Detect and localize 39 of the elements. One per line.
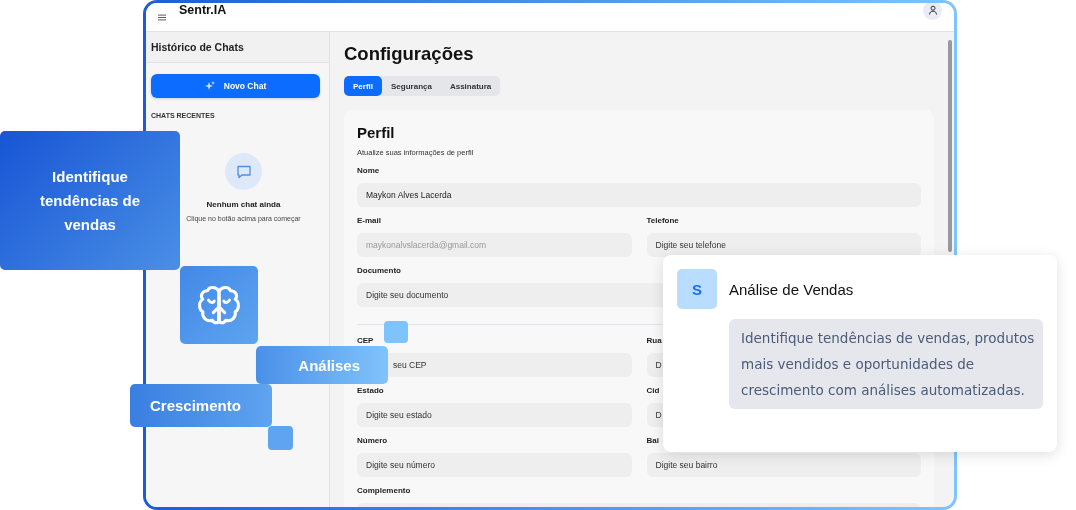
letter-avatar: S <box>677 269 717 309</box>
field-label: CEP <box>357 335 374 346</box>
text-field[interactable]: Digite seu número <box>357 453 632 477</box>
field-label: Estado <box>357 385 384 396</box>
field-label: Bai <box>646 435 659 446</box>
text-field[interactable]: Digite seu estado <box>357 403 632 427</box>
chat-bubble-icon <box>225 153 262 190</box>
info-card-description: Identifique tendências de vendas, produtos mais vendidos e oportunidades de crescimento com análises automatizadas. <box>729 319 1043 409</box>
card-title: Perfil <box>357 124 396 141</box>
field-label: Complemento <box>357 485 411 496</box>
field-label: Número <box>357 435 388 446</box>
text-field[interactable]: Digite seu bairro <box>646 453 921 477</box>
text-field[interactable]: Digite seu telefone <box>646 233 921 257</box>
floating-label-tooltip: Identifique tendências de vendas <box>0 131 180 270</box>
floating-label-tooltip: Análises <box>256 346 388 384</box>
floating-label-tooltip: Crescimento <box>130 384 272 427</box>
text-field[interactable]: Maykon Alves Lacerda <box>357 183 921 207</box>
field-label: E-mail <box>357 215 381 226</box>
sparkle-icon <box>204 81 215 91</box>
brain-icon <box>196 284 242 326</box>
field-label: Telefone <box>646 215 679 226</box>
field-label: Documento <box>357 265 401 276</box>
page-title: Configurações <box>344 43 475 65</box>
new-chat-button[interactable]: Novo Chat <box>151 74 320 98</box>
menu-icon[interactable] <box>158 13 166 21</box>
decor-square <box>384 321 408 343</box>
sidebar-title: Histórico de Chats <box>151 41 244 53</box>
field-label: Cid <box>646 385 660 396</box>
user-avatar-icon[interactable] <box>923 3 942 20</box>
field-label: Nome <box>357 165 380 176</box>
app-title: Sentr.IA <box>179 3 227 17</box>
tab[interactable]: Perfil <box>344 76 382 96</box>
field-label: Rua <box>646 335 662 346</box>
info-card-title: Análise de Vendas <box>729 280 854 298</box>
tab[interactable]: Segurança <box>382 76 441 96</box>
tab[interactable]: Assinatura <box>440 76 501 96</box>
decor-square <box>268 426 293 450</box>
scrollbar[interactable] <box>948 40 952 252</box>
empty-state-title: Nenhum chat ainda <box>206 200 281 209</box>
